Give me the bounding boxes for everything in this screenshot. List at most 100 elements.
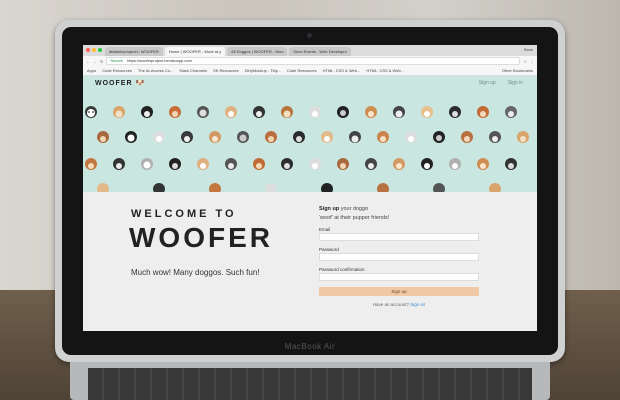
dog-face-icon <box>85 106 97 118</box>
dog-face-icon <box>225 106 237 118</box>
dog-face-icon <box>517 131 529 143</box>
dog-face-icon <box>309 158 321 170</box>
password-confirmation-label: Password confirmation <box>319 267 365 272</box>
dog-face-icon <box>449 106 461 118</box>
nav-signin-link[interactable]: Sign in <box>508 80 523 86</box>
signup-form: Sign up your doggo 'woof' at their puppe… <box>319 206 479 307</box>
password-field[interactable] <box>319 253 479 261</box>
laptop-screen: dfafahle/project1: WOOFER Home | WOOFER … <box>83 45 537 331</box>
dog-face-icon <box>321 183 333 192</box>
dog-face-icon <box>349 131 361 143</box>
browser-tab[interactable]: All Doggos | WOOFER - Woo <box>227 47 288 56</box>
dog-face-icon <box>265 131 277 143</box>
nav-signup-link[interactable]: Sign up <box>479 80 496 86</box>
dog-face-icon <box>113 106 125 118</box>
browser-tab-bar: dfafahle/project1: WOOFER Home | WOOFER … <box>83 45 537 56</box>
close-window-icon[interactable] <box>86 48 90 52</box>
email-label: Email <box>319 227 331 232</box>
url-text: https://wooferproject.herokuapp.com <box>127 58 192 63</box>
account-prompt: Have an account? Sign in! <box>319 302 479 307</box>
back-icon[interactable]: ← <box>86 59 90 64</box>
signup-button[interactable]: Sign up <box>319 287 479 296</box>
browser-tab[interactable]: dfafahle/project1: WOOFER <box>105 47 163 56</box>
page-title: WOOFER <box>129 222 273 253</box>
dog-face-icon <box>377 183 389 192</box>
keyboard <box>88 368 532 400</box>
dog-face-icon <box>393 106 405 118</box>
dog-face-icon <box>337 158 349 170</box>
dog-face-icon <box>477 158 489 170</box>
bookmark-item[interactable]: SK Resources <box>213 68 239 73</box>
dog-face-icon <box>169 106 181 118</box>
account-prompt-text: Have an account? <box>372 302 409 307</box>
menu-icon[interactable]: ⋮ <box>530 59 534 64</box>
bookmark-item[interactable]: DirtyMockup - Tidy... <box>245 68 281 73</box>
address-bar: ← → ↻ Secure https://wooferproject.herok… <box>83 56 537 66</box>
dog-face-icon <box>209 183 221 192</box>
reload-icon[interactable]: ↻ <box>100 59 103 64</box>
bookmark-item[interactable]: HTML, CSS & Web... <box>323 68 361 73</box>
dog-logo-icon: 🐶 <box>135 80 145 87</box>
dog-face-icon <box>113 158 125 170</box>
site-nav: WOOFER 🐶 Sign up Sign in <box>83 76 537 90</box>
dog-face-icon <box>169 158 181 170</box>
dog-face-icon <box>309 106 321 118</box>
bookmark-item[interactable]: Slack Channels <box>179 68 207 73</box>
password-confirmation-field[interactable] <box>319 273 479 281</box>
browser-tab[interactable]: Skon Events - Web Developm <box>289 47 351 56</box>
other-bookmarks[interactable]: Other Bookmarks <box>502 68 533 73</box>
forward-icon[interactable]: → <box>93 59 97 64</box>
dog-face-icon <box>253 106 265 118</box>
browser-user[interactable]: Sean <box>524 47 533 52</box>
browser-tab-active[interactable]: Home | WOOFER - Woof at y <box>164 47 226 56</box>
dog-face-icon <box>97 183 109 192</box>
dog-face-icon <box>489 183 501 192</box>
secure-indicator: Secure <box>110 58 124 63</box>
signup-heading-bold: Sign up <box>319 206 340 212</box>
bookmark-item[interactable]: HTML, CSS & Web... <box>366 68 404 73</box>
dog-face-icon <box>449 158 461 170</box>
dog-face-icon <box>321 131 333 143</box>
bookmark-item[interactable]: The AI-Access Co... <box>138 68 173 73</box>
signup-heading-rest: your doggo <box>339 206 369 212</box>
nav-links: Sign up Sign in <box>479 80 523 86</box>
password-label: Password <box>319 247 339 252</box>
dog-face-icon <box>505 106 517 118</box>
signin-link[interactable]: Sign in! <box>410 302 425 307</box>
dog-face-icon <box>337 106 349 118</box>
dog-pattern <box>85 106 529 192</box>
star-icon[interactable]: ☆ <box>523 59 527 64</box>
url-input[interactable]: Secure https://wooferproject.herokuapp.c… <box>106 57 521 65</box>
maximize-window-icon[interactable] <box>98 48 102 52</box>
main-content: WELCOME TO WOOFER Much wow! Many doggos.… <box>83 192 537 331</box>
dog-face-icon <box>461 131 473 143</box>
dog-face-icon <box>253 158 265 170</box>
minimize-window-icon[interactable] <box>92 48 96 52</box>
dog-face-icon <box>281 106 293 118</box>
dog-face-icon <box>293 131 305 143</box>
dog-face-icon <box>505 158 517 170</box>
dog-face-icon <box>237 131 249 143</box>
dog-face-icon <box>197 106 209 118</box>
email-field[interactable] <box>319 233 479 241</box>
bookmark-item[interactable]: Code Resources <box>287 68 317 73</box>
bookmarks-bar: Apps Code Resources The AI-Access Co... … <box>83 66 537 76</box>
dog-face-icon <box>153 183 165 192</box>
site-logo[interactable]: WOOFER <box>95 80 133 87</box>
bookmark-item[interactable]: Code Resources <box>102 68 132 73</box>
dog-face-icon <box>85 158 97 170</box>
signup-heading: Sign up your doggo <box>319 206 479 212</box>
bookmark-item[interactable]: Apps <box>87 68 96 73</box>
dog-face-icon <box>421 106 433 118</box>
dog-face-icon <box>421 158 433 170</box>
dog-face-icon <box>489 131 501 143</box>
dog-face-icon <box>433 183 445 192</box>
window-controls <box>86 48 102 52</box>
camera-icon <box>307 33 312 38</box>
dog-face-icon <box>365 158 377 170</box>
dog-face-icon <box>141 158 153 170</box>
welcome-heading: WELCOME TO <box>131 208 237 220</box>
dog-face-icon <box>265 183 277 192</box>
dog-face-icon <box>197 158 209 170</box>
dog-face-icon <box>365 106 377 118</box>
